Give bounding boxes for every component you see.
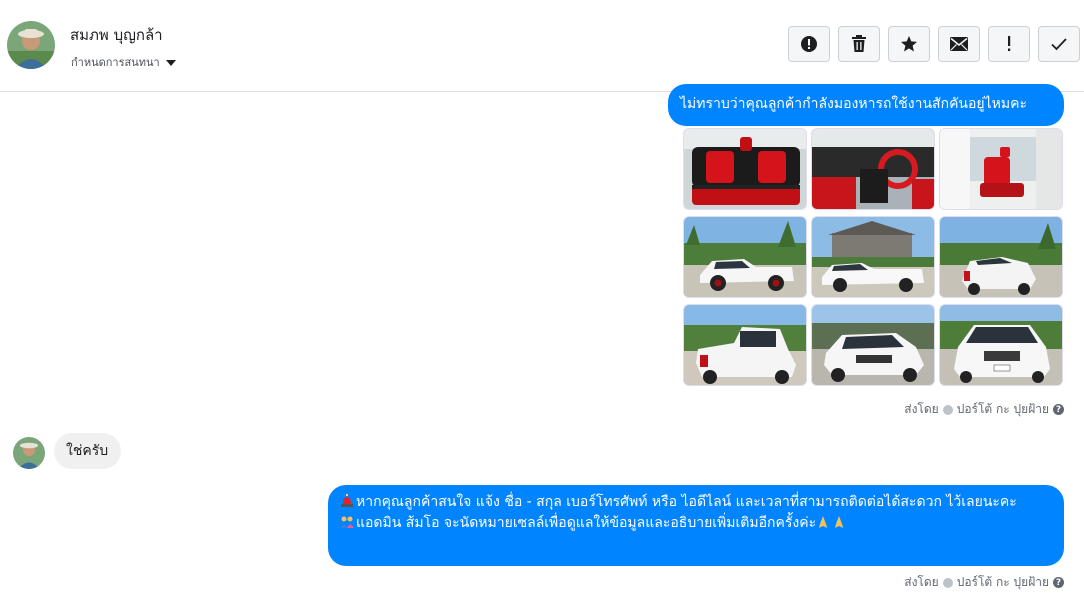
photo-attachment-grid (683, 128, 1063, 386)
star-icon (901, 36, 917, 52)
mark-done-button[interactable] (1038, 26, 1080, 62)
sent-by-label: ส่งโดย ปอร์โต้ กะ ปุยฝ้าย ? (904, 573, 1064, 592)
contact-avatar[interactable] (7, 21, 55, 69)
report-spam-button[interactable] (788, 26, 830, 62)
alert-circle-icon (801, 36, 817, 52)
verified-check-icon (942, 577, 953, 588)
follow-up-button[interactable] (988, 26, 1030, 62)
message-line: แอดมิน ส้มโอ จะนัดหมายเซลล์เพื่อดูแลให้ข… (340, 513, 1052, 534)
caret-down-icon (165, 60, 176, 66)
contact-name[interactable]: สมภพ บุญกล้า (70, 23, 163, 47)
car-interior-dashboard-photo[interactable] (811, 128, 935, 210)
help-icon[interactable]: ? (1053, 404, 1064, 415)
message-text-line1: หากคุณลูกค้าสนใจ แจ้ง ชื่อ - สกุล เบอร์โ… (356, 494, 1017, 510)
conversation-header: สมภพ บุญกล้า กำหนดการสนทนา (0, 0, 1084, 92)
message-text: ไม่ทราบว่าคุณลูกค้ากำลังมองหารถใช้งานสัก… (680, 96, 1027, 112)
message-text: ใช่ครับ (66, 443, 109, 459)
white-pickup-side-house-photo[interactable] (811, 216, 935, 298)
white-pickup-side-photo[interactable] (683, 216, 807, 298)
siren-emoji-icon (341, 494, 353, 507)
incoming-message[interactable]: ใช่ครับ (54, 433, 121, 469)
white-pickup-rear-photo[interactable] (683, 304, 807, 386)
people-emoji-icon (340, 516, 354, 528)
sent-by-prefix: ส่งโดย (904, 402, 939, 416)
message-line: หากคุณลูกค้าสนใจ แจ้ง ชื่อ - สกุล เบอร์โ… (340, 492, 1052, 513)
conversation-toolbar (788, 26, 1080, 62)
delete-button[interactable] (838, 26, 880, 62)
sent-by-name[interactable]: ปอร์โต้ กะ ปุยฝ้าย (957, 400, 1049, 419)
star-button[interactable] (888, 26, 930, 62)
sent-by-prefix: ส่งโดย (904, 575, 939, 589)
checkmark-icon (1051, 38, 1067, 51)
white-pickup-front-three-quarter-photo[interactable] (811, 304, 935, 386)
assign-label: กำหนดการสนทนา (71, 56, 160, 69)
mark-unread-button[interactable] (938, 26, 980, 62)
contact-avatar-small[interactable] (13, 437, 45, 469)
outgoing-message[interactable]: ไม่ทราบว่าคุณลูกค้ากำลังมองหารถใช้งานสัก… (668, 84, 1064, 126)
exclamation-icon (1008, 36, 1011, 51)
trash-icon (852, 35, 866, 52)
sent-by-label: ส่งโดย ปอร์โต้ กะ ปุยฝ้าย ? (904, 400, 1064, 419)
white-pickup-rear-three-quarter-photo[interactable] (939, 216, 1063, 298)
outgoing-message[interactable]: หากคุณลูกค้าสนใจ แจ้ง ชื่อ - สกุล เบอร์โ… (328, 485, 1064, 566)
folded-hands-emoji-icon (835, 516, 844, 528)
message-text-line2: แอดมิน ส้มโอ จะนัดหมายเซลล์เพื่อดูแลให้ข… (356, 515, 817, 531)
white-pickup-front-photo[interactable] (939, 304, 1063, 386)
folded-hands-emoji-icon (819, 516, 828, 528)
verified-check-icon (942, 404, 953, 415)
envelope-icon (950, 37, 968, 51)
assign-conversation-dropdown[interactable]: กำหนดการสนทนา (71, 53, 176, 71)
car-interior-front-seat-photo[interactable] (939, 128, 1063, 210)
sent-by-name[interactable]: ปอร์โต้ กะ ปุยฝ้าย (957, 573, 1049, 592)
help-icon[interactable]: ? (1053, 577, 1064, 588)
car-interior-rear-seats-photo[interactable] (683, 128, 807, 210)
